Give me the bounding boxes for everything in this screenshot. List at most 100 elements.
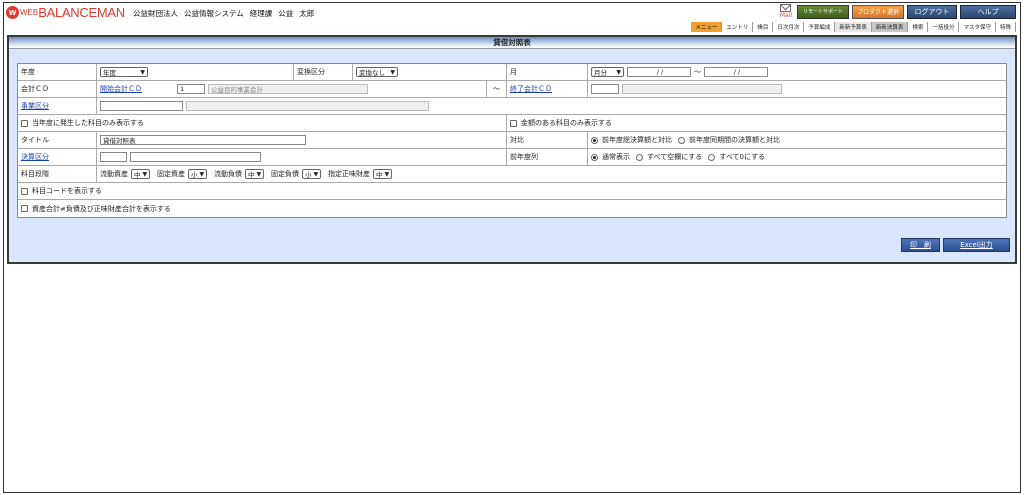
mail-button[interactable]: Mail — [780, 4, 792, 19]
current-year-checkbox[interactable] — [21, 119, 28, 127]
mail-label: Mail — [779, 12, 792, 19]
compare-same-period-label: 前年度同期間の決算額と対比 — [689, 136, 780, 144]
app-frame: W WEB BALANCEMAN 公益財団法人 公益情報システム 経理課 公益 … — [3, 2, 1021, 493]
org-type: 公益財団法人 — [133, 9, 178, 18]
date-tilde: ～ — [694, 68, 701, 76]
menu-item-new-settlement[interactable]: 新新決算表 — [871, 22, 909, 32]
show-code-label: 科目コードを表示する — [32, 187, 102, 195]
level-fixed-assets-select[interactable]: 小 ▼ — [188, 169, 207, 179]
prev-zero-radio[interactable] — [708, 153, 716, 161]
level-designated-value: 中 — [376, 171, 383, 179]
compare-total-label: 前年度総決算額と対比 — [602, 136, 672, 144]
business-cell — [97, 98, 1006, 114]
logo-mark-icon: W — [6, 6, 19, 19]
start-account-link[interactable]: 開始会計ＣＤ — [100, 84, 177, 94]
chevron-down-icon: ▼ — [384, 170, 390, 178]
excel-export-button[interactable]: Excel出力 — [943, 238, 1010, 252]
business-code-input[interactable] — [100, 101, 183, 111]
chevron-down-icon: ▼ — [616, 68, 621, 76]
menu-item-entry[interactable]: エントリ — [722, 22, 754, 32]
account-tilde: ～ — [493, 85, 500, 93]
level-fixed-assets-label: 固定資産 — [157, 170, 185, 178]
menu-item-ledger[interactable]: 帳目 — [753, 22, 774, 32]
level-designated-select[interactable]: 中 ▼ — [373, 169, 392, 179]
conv-select[interactable]: 変換なし ▼ — [356, 67, 398, 77]
chevron-down-icon: ▼ — [199, 170, 205, 178]
month-select[interactable]: 月分 ▼ — [591, 67, 624, 77]
menu-item-master[interactable]: マスタ保守 — [959, 22, 996, 32]
year-select-cell: 年度 ▼ — [97, 64, 294, 80]
top-buttons: Mail リモートサポート プロダクト選択 ログアウト ヘルプ — [780, 4, 1016, 19]
org-dept: 経理課 — [249, 9, 273, 18]
year-select[interactable]: 年度 ▼ — [100, 67, 148, 77]
level-current-liab-select[interactable]: 中 ▼ — [245, 169, 264, 179]
end-account-link[interactable]: 終了会計ＣＤ — [510, 84, 552, 94]
month-select-value: 月分 — [594, 69, 607, 77]
row-checkboxes-1: 当年度に発生した科目のみ表示する 金額のある科目のみ表示する — [18, 115, 1006, 132]
remote-support-button[interactable]: リモートサポート — [797, 4, 849, 19]
prev-normal-radio[interactable] — [591, 153, 598, 161]
header: W WEB BALANCEMAN 公益財団法人 公益情報システム 経理課 公益 … — [4, 3, 1020, 23]
year-label: 年度 — [21, 68, 35, 76]
end-account-name — [622, 84, 782, 94]
prev-normal-label: 通常表示 — [602, 153, 630, 161]
compare-label-cell: 対比 — [507, 132, 588, 148]
date-to-input[interactable]: / / — [704, 67, 768, 77]
settle-link[interactable]: 決算区分 — [21, 152, 49, 162]
prev-col-label-cell: 前年度列 — [507, 149, 588, 165]
conv-select-value: 変換なし — [359, 69, 385, 77]
level-label-cell: 科目段階 — [18, 166, 97, 182]
menu-item-search[interactable]: 検索 — [908, 22, 929, 32]
menu-item-bulk[interactable]: 一括投分 — [928, 22, 960, 32]
date-from-input[interactable]: / / — [627, 67, 691, 77]
current-year-cell: 当年度に発生した科目のみ表示する — [18, 115, 507, 131]
level-current-assets-label: 流動資産 — [100, 170, 128, 178]
end-account-code-input[interactable] — [591, 84, 619, 94]
row-settle: 決算区分 前年度列 通常表示 すべて空欄にする すべて0にする — [18, 149, 1006, 166]
user-lastname: 公益 — [278, 9, 294, 18]
row-show-total: 資産合計≠負債及び正味財産合計を表示する — [18, 200, 1006, 217]
help-button[interactable]: ヘルプ — [960, 4, 1016, 19]
row-levels: 科目段階 流動資産 中 ▼ 固定資産 小 ▼ 流動負債 中 ▼ 固定負債 小 ▼ 指定正… — [18, 166, 1006, 183]
amount-only-label: 金額のある科目のみ表示する — [521, 119, 612, 127]
compare-cell: 前年度総決算額と対比 前年度同期間の決算額と対比 — [588, 132, 1006, 148]
print-button[interactable]: 印 刷 — [901, 238, 940, 252]
start-account-name: 公益目的事業会計 — [208, 84, 368, 94]
title-input[interactable]: 貸借対照表 — [100, 135, 306, 145]
level-fixed-liab-select[interactable]: 小 ▼ — [302, 169, 321, 179]
menu-item-new-budget[interactable]: 新新予算表 — [835, 22, 872, 32]
month-cell: 月分 ▼ / / ～ / / — [588, 64, 1006, 80]
product-select-button[interactable]: プロダクト選択 — [852, 4, 904, 19]
compare-total-radio[interactable] — [591, 136, 598, 144]
month-label-cell: 月 — [507, 64, 588, 80]
settle-code-input[interactable] — [100, 152, 127, 162]
excel-export-label: Excel出力 — [960, 241, 993, 249]
level-current-assets-select[interactable]: 中 ▼ — [131, 169, 150, 179]
show-total-checkbox[interactable] — [21, 205, 28, 212]
prev-blank-radio[interactable] — [636, 153, 643, 161]
title-label: タイトル — [21, 136, 49, 144]
prev-zero-label: すべて0にする — [719, 153, 766, 161]
print-button-label: 印 刷 — [910, 241, 931, 249]
menu-item-daily-monthly[interactable]: 日次月次 — [773, 22, 805, 32]
logo[interactable]: W WEB BALANCEMAN — [6, 5, 125, 20]
level-fixed-liab-value: 小 — [305, 171, 312, 179]
menu-item-special[interactable]: 特殊 — [996, 22, 1016, 32]
prev-blank-label: すべて空欄にする — [647, 153, 703, 161]
business-link-cell: 事業区分 — [18, 98, 97, 114]
conv-label: 変換区分 — [297, 68, 325, 76]
chevron-down-icon: ▼ — [390, 68, 395, 76]
amount-only-checkbox[interactable] — [510, 119, 517, 127]
year-label-cell: 年度 — [18, 64, 97, 80]
level-current-liab-value: 中 — [248, 171, 255, 179]
settle-name-input[interactable] — [130, 152, 261, 162]
start-account-code-input[interactable]: 1 — [177, 84, 205, 94]
logout-button[interactable]: ログアウト — [907, 4, 957, 19]
show-code-checkbox[interactable] — [21, 187, 28, 195]
conv-select-cell: 変換なし ▼ — [353, 64, 507, 80]
compare-same-period-radio[interactable] — [678, 136, 685, 144]
logo-name: BALANCEMAN — [38, 5, 125, 20]
menu-item-budget[interactable]: 予算編成 — [804, 22, 836, 32]
menu-item-menu[interactable]: メニュー — [691, 22, 723, 32]
business-link[interactable]: 事業区分 — [21, 101, 49, 111]
